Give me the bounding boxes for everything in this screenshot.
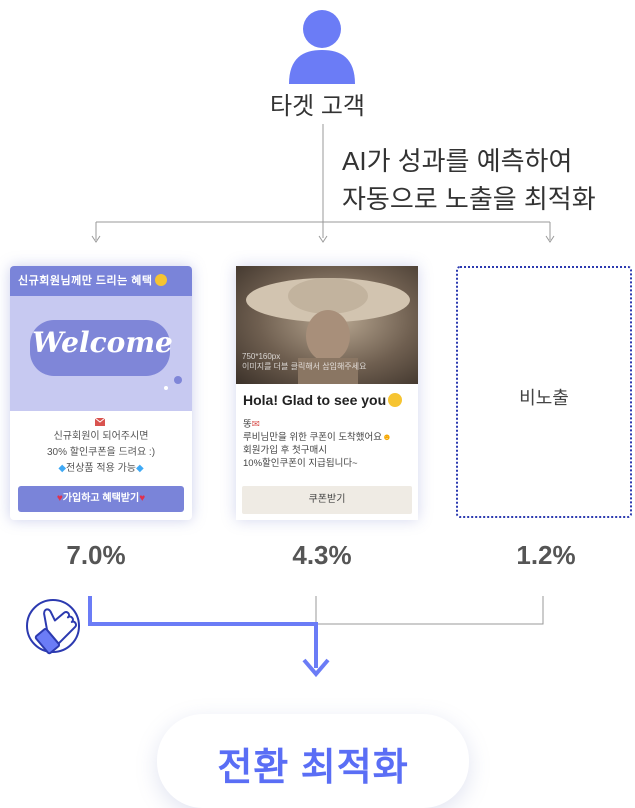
card-text-line: 회원가입 후 첫구매시 xyxy=(243,445,327,456)
conversion-rate-1: 7.0% xyxy=(66,540,126,570)
card-title-text: Hola! Glad to see you xyxy=(243,392,387,408)
card-header-text: 신규회원님께만 드리는 혜택 xyxy=(18,275,153,287)
card-text-line: 똥✉ xyxy=(243,419,260,430)
variant-card-hidden: 비노출 xyxy=(456,266,632,518)
result-label: 전환 최적화 xyxy=(217,747,409,789)
card-title: Hola! Glad to see you xyxy=(243,392,403,408)
ai-description-line2: 자동으로 노출을 최적화 xyxy=(342,184,596,214)
decor-dot xyxy=(174,376,182,384)
signup-benefit-button[interactable]: ♥가입하고 혜택받기♥ xyxy=(18,486,184,512)
conversion-rate-3: 1.2% xyxy=(516,540,576,570)
welcome-text: Welcome xyxy=(32,326,173,359)
conversion-rate-2: 4.3% xyxy=(292,540,352,570)
variant-card-coupon: 750*160px 이미지를 더블 클릭해서 삽입해주세요 Hola! Glad… xyxy=(236,266,418,520)
emoji-icon xyxy=(154,274,167,286)
signup-benefit-button-label: 가입하고 혜택받기 xyxy=(62,493,140,504)
hero-image: 750*160px 이미지를 더블 클릭해서 삽입해주세요 xyxy=(236,266,418,384)
image-caption-size: 750*160px xyxy=(242,352,281,361)
card-text-line: 루비님만을 위한 쿠폰이 도착했어요☻ xyxy=(243,432,393,443)
card-text-line: 신규회원이 되어주시면 xyxy=(53,431,149,442)
card-text-line-value: 루비님만을 위한 쿠폰이 도착했어요 xyxy=(243,432,383,443)
user-icon xyxy=(289,10,355,84)
card-body: 신규회원이 되어주시면 30% 할인쿠폰을 드려요 :) ◆전상품 적용 가능◆ xyxy=(10,411,192,477)
card-text-line: 10%할인쿠폰이 지급됩니다~ xyxy=(243,458,358,469)
conversion-optimization-result: 전환 최적화 xyxy=(157,714,469,808)
ai-description-line1: AI가 성과를 예측하여 xyxy=(342,146,573,176)
card-text-line-value: 전상품 적용 가능 xyxy=(66,463,136,474)
welcome-banner: Welcome xyxy=(10,296,192,411)
card-text-line: 30% 할인쿠폰을 드려요 :) xyxy=(46,447,156,458)
target-customer-label: 타겟 고객 xyxy=(270,93,365,120)
image-caption-hint: 이미지를 더블 클릭해서 삽입해주세요 xyxy=(242,362,367,371)
card-body: 똥✉ 루비님만을 위한 쿠폰이 도착했어요☻ 회원가입 후 첫구매시 10%할인… xyxy=(243,418,413,470)
ai-description: AI가 성과를 예측하여 자동으로 노출을 최적화 xyxy=(342,142,596,218)
get-coupon-button[interactable]: 쿠폰받기 xyxy=(242,486,412,514)
mail-icon xyxy=(94,417,106,426)
hidden-label: 비노출 xyxy=(519,388,569,408)
image-caption: 750*160px 이미지를 더블 클릭해서 삽입해주세요 xyxy=(242,352,366,372)
card-text-line-value: 똥 xyxy=(243,419,252,430)
decor-dot xyxy=(164,386,168,390)
card-header: 신규회원님께만 드리는 혜택 xyxy=(10,266,192,296)
smile-emoji-icon xyxy=(388,393,403,407)
variant-card-welcome: 신규회원님께만 드리는 혜택 Welcome 신규회원이 되어주시면 30% 할… xyxy=(10,266,192,520)
card-text-line: ◆전상품 적용 가능◆ xyxy=(58,463,144,474)
thumbs-up-icon xyxy=(26,599,80,655)
winning-path xyxy=(88,596,318,668)
